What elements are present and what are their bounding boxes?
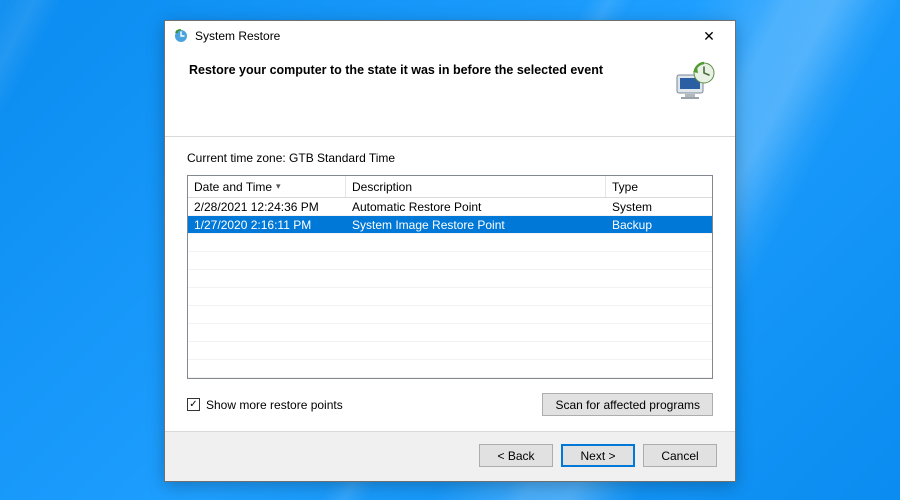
dialog-header: Restore your computer to the state it wa… xyxy=(165,51,735,136)
restore-hero-icon xyxy=(671,61,717,106)
window-title: System Restore xyxy=(195,29,280,43)
cancel-button[interactable]: Cancel xyxy=(643,444,717,467)
next-button[interactable]: Next > xyxy=(561,444,635,467)
show-more-label: Show more restore points xyxy=(206,398,343,412)
column-header-description-label: Description xyxy=(352,180,412,194)
sort-caret-icon: ▾ xyxy=(276,181,281,192)
close-icon: ✕ xyxy=(703,28,715,45)
cell-type: System xyxy=(606,200,712,214)
restore-points-grid: Date and Time ▾ Description Type 2/28/20… xyxy=(187,175,713,379)
table-row[interactable]: 1/27/2020 2:16:11 PM System Image Restor… xyxy=(188,216,712,234)
dialog-footer: < Back Next > Cancel xyxy=(165,431,735,481)
close-button[interactable]: ✕ xyxy=(689,22,729,50)
column-header-type[interactable]: Type xyxy=(606,176,712,197)
cell-description: System Image Restore Point xyxy=(346,218,606,232)
cell-date: 2/28/2021 12:24:36 PM xyxy=(188,200,346,214)
timezone-label: Current time zone: GTB Standard Time xyxy=(187,151,713,165)
column-header-description[interactable]: Description xyxy=(346,176,606,197)
below-grid-row: ✓ Show more restore points Scan for affe… xyxy=(187,393,713,416)
show-more-checkbox[interactable]: ✓ xyxy=(187,398,200,411)
checkmark-icon: ✓ xyxy=(189,400,197,410)
cell-date: 1/27/2020 2:16:11 PM xyxy=(188,218,346,232)
column-header-date-label: Date and Time xyxy=(194,180,272,194)
system-restore-icon xyxy=(173,28,189,44)
column-header-date[interactable]: Date and Time ▾ xyxy=(188,176,346,197)
back-button[interactable]: < Back xyxy=(479,444,553,467)
grid-header: Date and Time ▾ Description Type xyxy=(188,176,712,198)
table-row[interactable]: 2/28/2021 12:24:36 PM Automatic Restore … xyxy=(188,198,712,216)
system-restore-dialog: System Restore ✕ Restore your computer t… xyxy=(164,20,736,482)
cell-description: Automatic Restore Point xyxy=(346,200,606,214)
scan-affected-button[interactable]: Scan for affected programs xyxy=(542,393,713,416)
headline-text: Restore your computer to the state it wa… xyxy=(189,61,671,77)
titlebar: System Restore ✕ xyxy=(165,21,735,51)
column-header-type-label: Type xyxy=(612,180,638,194)
cell-type: Backup xyxy=(606,218,712,232)
grid-body: 2/28/2021 12:24:36 PM Automatic Restore … xyxy=(188,198,712,378)
dialog-content: Current time zone: GTB Standard Time Dat… xyxy=(165,137,735,431)
